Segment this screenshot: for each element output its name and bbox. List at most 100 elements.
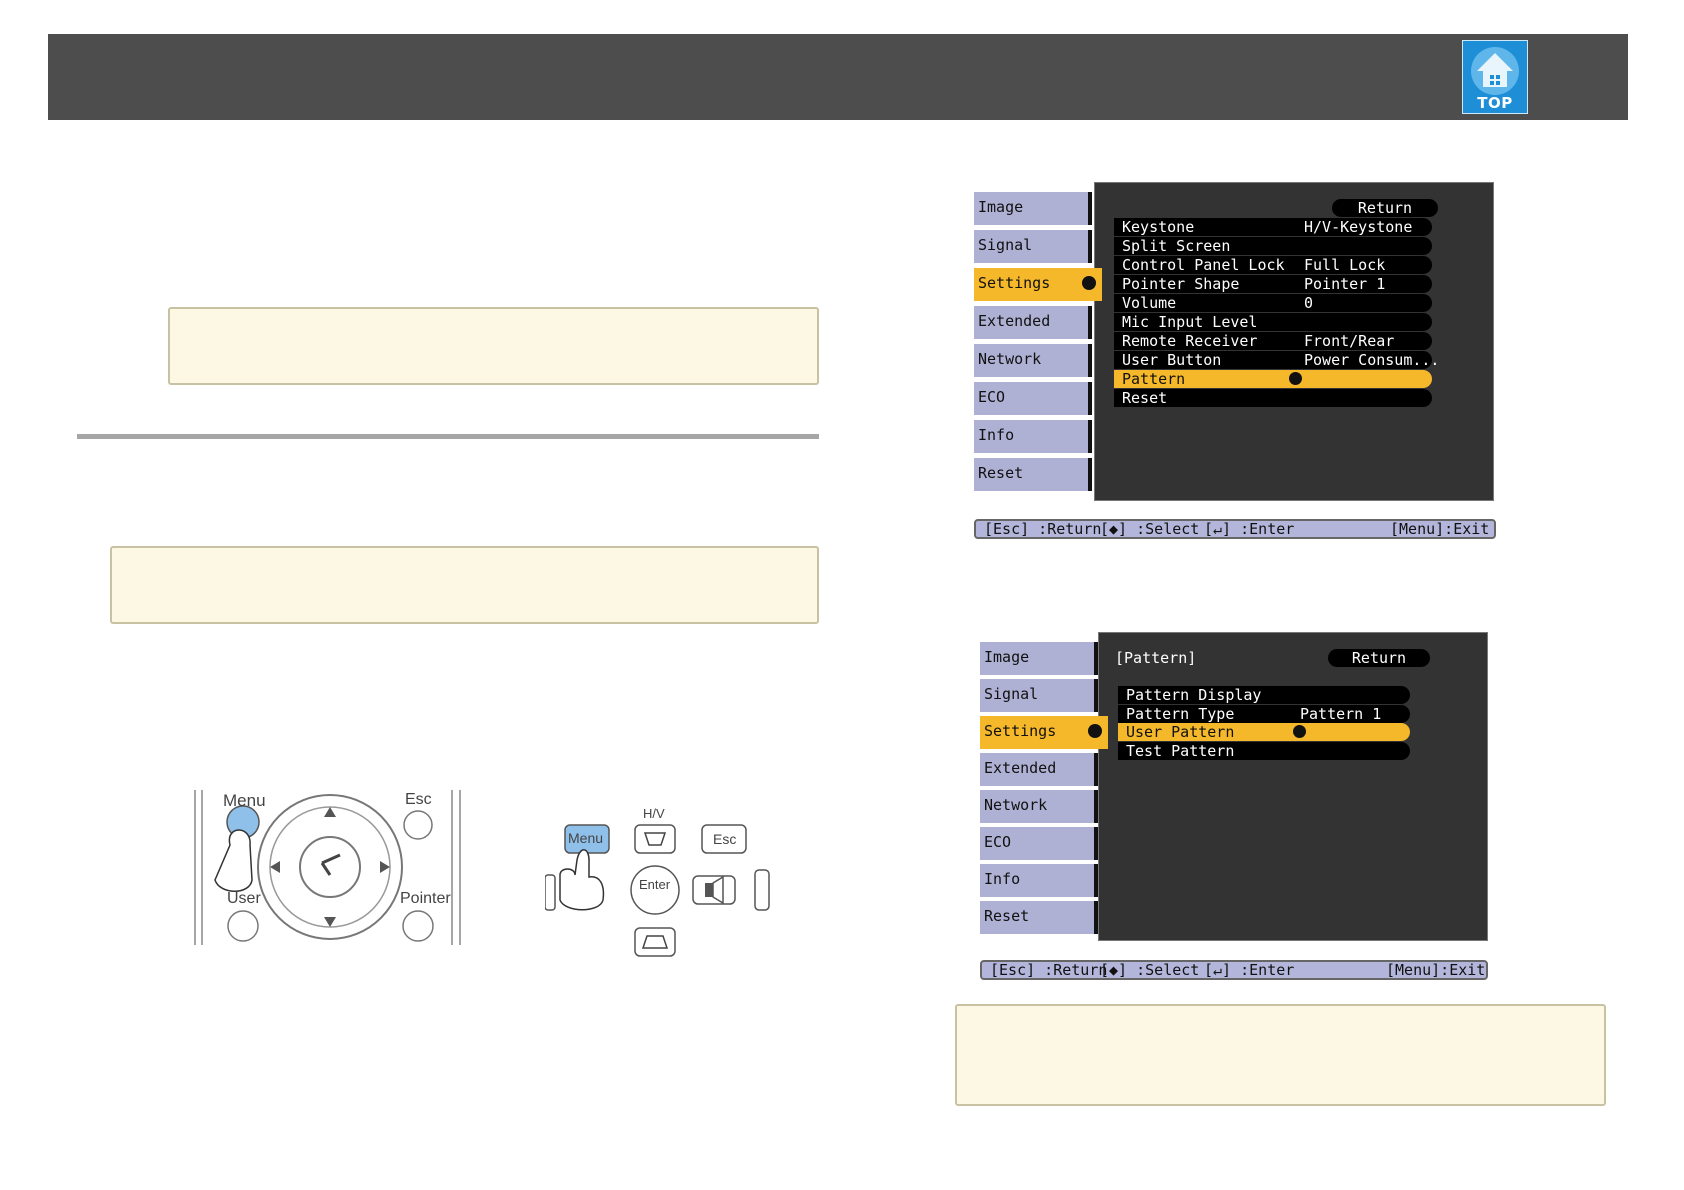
menu-panel — [1098, 632, 1488, 941]
menu-row-label: Reset — [1122, 389, 1168, 407]
menu-row-value: Pattern 1 — [1300, 704, 1382, 723]
tab-label: Image — [978, 198, 1024, 216]
tab-label: Extended — [984, 759, 1057, 777]
tab-network[interactable]: Network — [980, 790, 1098, 823]
enter-icon — [1088, 724, 1102, 738]
home-icon — [1471, 47, 1519, 95]
note-box — [168, 307, 819, 385]
submenu-title: [Pattern] — [1115, 649, 1197, 667]
menu-row[interactable]: User Button Power Consum... — [1114, 351, 1439, 369]
menu-row[interactable]: Reset — [1114, 389, 1432, 407]
panel-menu-label: Menu — [568, 830, 604, 846]
remote-esc-label: Esc — [405, 791, 432, 808]
menu-row-label: Pattern Type — [1126, 704, 1235, 723]
tab-image[interactable]: Image — [980, 642, 1098, 675]
menu-row-label: User Button — [1122, 351, 1222, 369]
menu-row[interactable]: Control Panel Lock Full Lock — [1114, 256, 1432, 274]
settings-menu-screenshot: Image Signal Settings Extended Network ECO Inf… — [974, 182, 1496, 542]
menu-row-value: Pointer 1 — [1304, 275, 1386, 293]
control-panel-illustration: Menu H/V Esc Enter — [545, 805, 770, 965]
tab-label: Settings — [984, 722, 1057, 740]
menu-row[interactable]: Pointer Shape Pointer 1 — [1114, 275, 1432, 293]
remote-user-label: User — [227, 890, 261, 907]
menu-row[interactable]: User Pattern — [1118, 723, 1410, 741]
tab-eco[interactable]: ECO — [980, 827, 1098, 860]
menu-row-value: Full Lock — [1304, 256, 1386, 274]
menu-row[interactable]: Remote Receiver Front/Rear — [1114, 332, 1432, 350]
menu-row[interactable]: Test Pattern — [1118, 741, 1410, 760]
menu-row-label: Remote Receiver — [1122, 332, 1258, 350]
section-divider — [77, 434, 819, 439]
status-esc: [Esc] :Return — [990, 961, 1108, 979]
tab-label: Reset — [984, 907, 1030, 925]
menu-row-value: Power Consum... — [1304, 351, 1440, 369]
tab-label: Image — [984, 648, 1030, 666]
menu-row[interactable]: Volume 0 — [1114, 294, 1432, 312]
status-enter: [↵] :Enter — [1204, 520, 1295, 538]
remote-menu-label: Menu — [223, 791, 266, 810]
tab-label: Info — [978, 426, 1015, 444]
tab-image[interactable]: Image — [974, 192, 1092, 225]
top-link-button[interactable]: TOP — [1462, 40, 1528, 114]
page-header-bar — [48, 34, 1628, 120]
menu-row[interactable]: Pattern Display — [1118, 686, 1410, 704]
menu-row-value: H/V-Keystone — [1304, 218, 1413, 236]
tab-label: Extended — [978, 312, 1051, 330]
enter-icon — [1293, 725, 1306, 738]
menu-row-label: Keystone — [1122, 218, 1195, 236]
menu-row[interactable]: Split Screen — [1114, 237, 1432, 255]
menu-status-bar: [Esc] :Return [◆] :Select [↵] :Enter [Me… — [980, 960, 1488, 980]
tab-eco[interactable]: ECO — [974, 382, 1092, 415]
tab-reset[interactable]: Reset — [974, 458, 1092, 491]
tab-label: ECO — [984, 833, 1012, 851]
menu-row[interactable]: Mic Input Level — [1114, 313, 1432, 331]
status-enter: [↵] :Enter — [1204, 961, 1295, 979]
tab-signal[interactable]: Signal — [974, 230, 1092, 263]
tab-signal[interactable]: Signal — [980, 679, 1098, 712]
menu-row-label: Test Pattern — [1126, 741, 1235, 760]
status-menu: [Menu]:Exit — [1390, 520, 1490, 538]
remote-control-illustration: Menu Esc User Pointer — [190, 785, 470, 950]
status-menu: [Menu]:Exit — [1386, 961, 1486, 979]
panel-enter-label: Enter — [639, 877, 671, 892]
menu-row-label: Pattern — [1122, 370, 1186, 388]
tab-label: Info — [984, 870, 1021, 888]
tab-network[interactable]: Network — [974, 344, 1092, 377]
status-select: [◆] :Select — [1100, 520, 1200, 538]
tab-extended[interactable]: Extended — [974, 306, 1092, 339]
menu-row[interactable]: Keystone H/V-Keystone — [1114, 218, 1432, 236]
tab-label: ECO — [978, 388, 1006, 406]
status-select: [◆] :Select — [1100, 961, 1200, 979]
menu-row-value: Front/Rear — [1304, 332, 1395, 350]
tab-label: Signal — [978, 236, 1033, 254]
enter-icon — [1289, 372, 1302, 385]
enter-icon — [1082, 276, 1096, 290]
tab-settings[interactable]: Settings — [980, 716, 1108, 749]
menu-row-value: 0 — [1304, 294, 1314, 312]
tab-settings[interactable]: Settings — [974, 268, 1102, 301]
tab-reset[interactable]: Reset — [980, 901, 1098, 934]
menu-row-label: Volume — [1122, 294, 1177, 312]
tab-label: Signal — [984, 685, 1039, 703]
menu-row-label: Pattern Display — [1126, 686, 1262, 704]
panel-esc-label: Esc — [713, 831, 737, 847]
panel-hv-label: H/V — [643, 806, 665, 821]
remote-pointer-label: Pointer — [400, 890, 451, 907]
tab-extended[interactable]: Extended — [980, 753, 1098, 786]
top-label: TOP — [1477, 94, 1513, 112]
status-esc: [Esc] :Return — [984, 520, 1102, 538]
tab-label: Network — [978, 350, 1042, 368]
menu-row[interactable]: Pattern — [1114, 370, 1432, 388]
menu-row-label: Split Screen — [1122, 237, 1231, 255]
menu-row[interactable]: Pattern Type Pattern 1 — [1118, 704, 1410, 723]
menu-status-bar: [Esc] :Return [◆] :Select [↵] :Enter [Me… — [974, 519, 1496, 539]
note-box — [110, 546, 819, 624]
return-button[interactable]: Return — [1332, 199, 1438, 217]
menu-row-label: Control Panel Lock — [1122, 256, 1285, 274]
tab-info[interactable]: Info — [980, 864, 1098, 897]
menu-row-label: Mic Input Level — [1122, 313, 1258, 331]
menu-row-label: User Pattern — [1126, 723, 1235, 741]
note-box — [955, 1004, 1606, 1106]
tab-info[interactable]: Info — [974, 420, 1092, 453]
return-button[interactable]: Return — [1328, 649, 1430, 667]
